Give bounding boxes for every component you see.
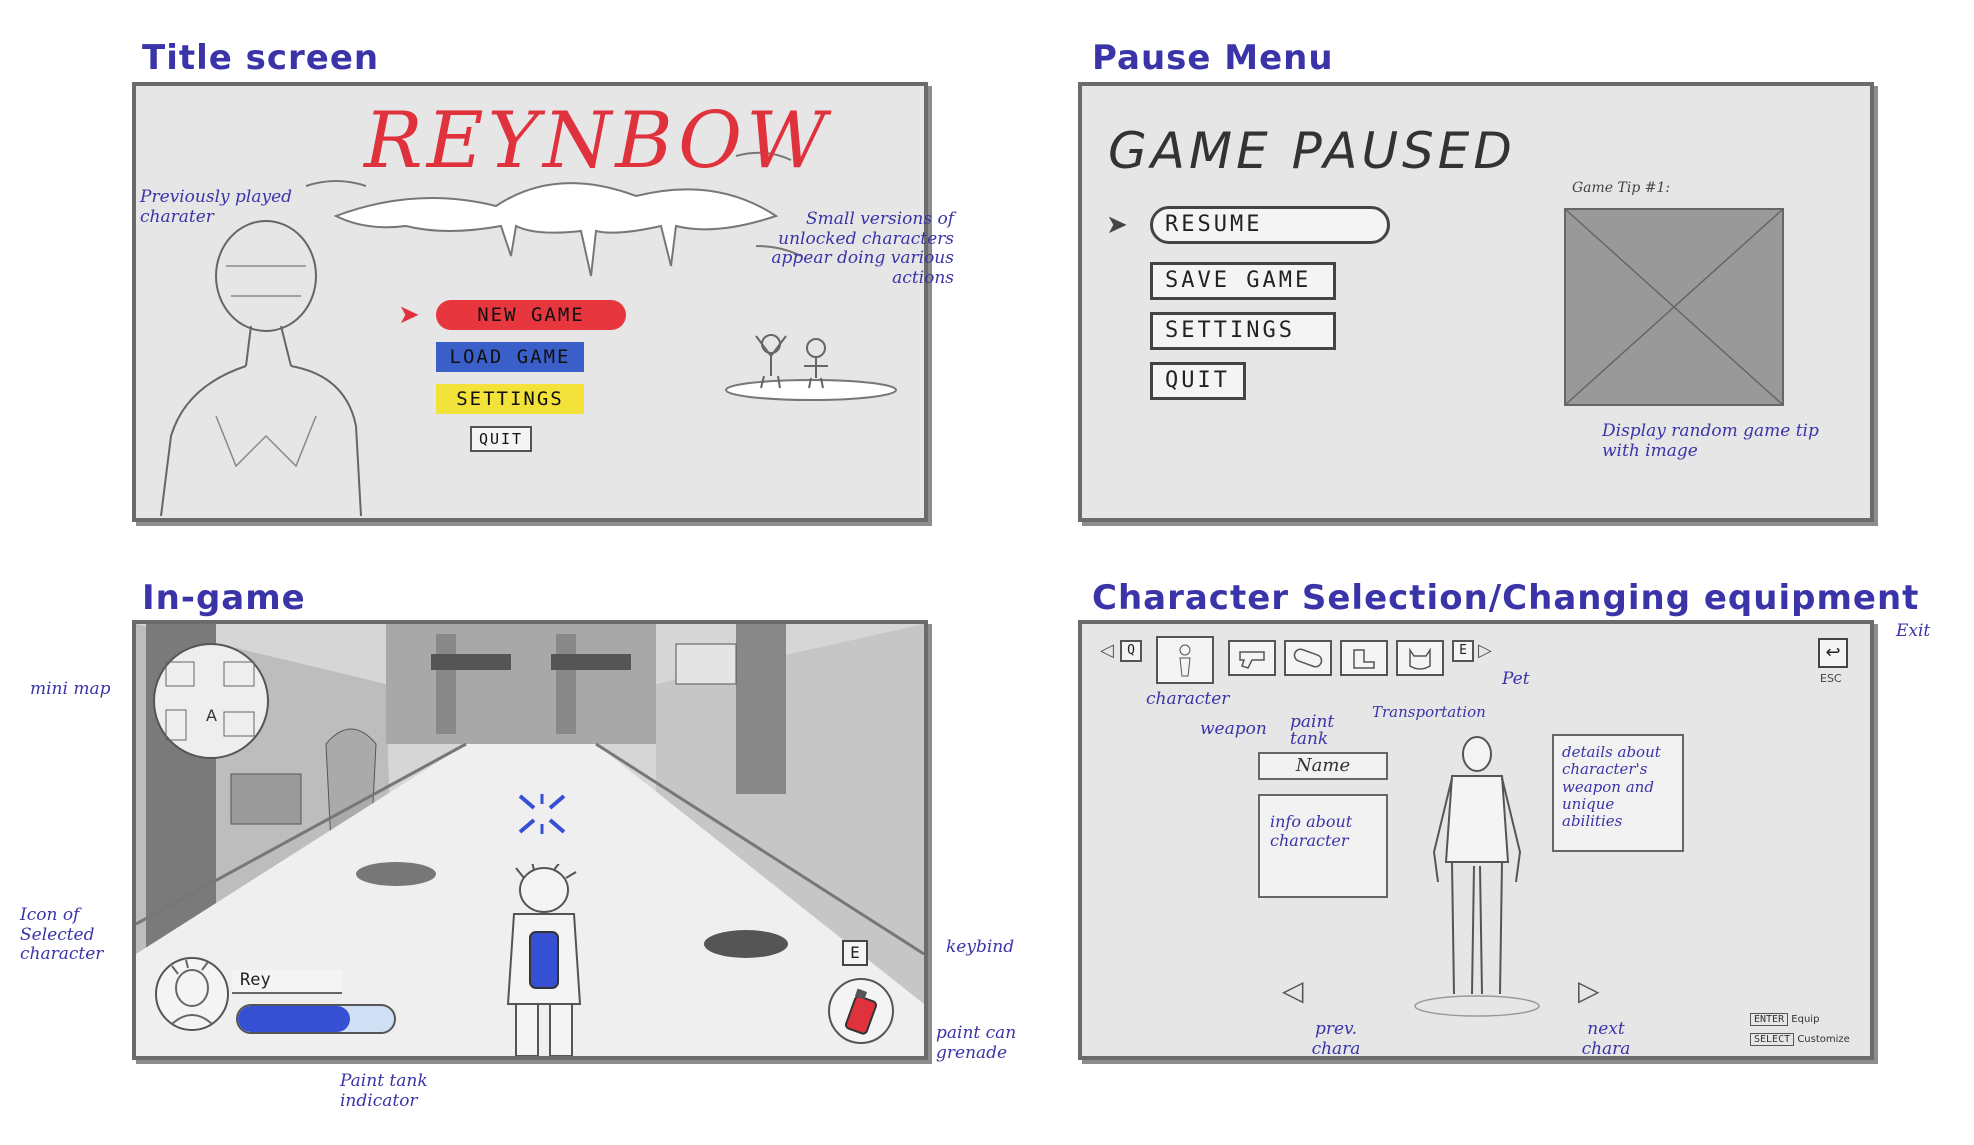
note-prev-chara: prev. chara [1311, 1019, 1361, 1059]
pause-menu-panel: GAME PAUSED ➤ RESUME SAVE GAME SETTINGS … [1078, 82, 1874, 522]
section-title-pause-menu: Pause Menu [1092, 38, 1334, 78]
slot-pet[interactable] [1396, 640, 1444, 676]
prev-character-arrow-icon[interactable]: ◁ [1282, 974, 1304, 1007]
paint-tank-slot-icon [1293, 648, 1323, 668]
title-screen-panel: REYNBOW ➤ NEW GAME LOAD GAME SETTINGS QU… [132, 82, 928, 522]
pause-title: GAME PAUSED [1108, 122, 1516, 180]
note-exit: Exit [1896, 621, 1931, 641]
next-character-arrow-icon[interactable]: ▷ [1578, 974, 1600, 1007]
player-name-label: Rey [232, 970, 342, 994]
prev-tab-arrow-icon[interactable]: ◁ [1100, 640, 1114, 661]
selected-character-icon [155, 957, 229, 1031]
slot-character[interactable] [1156, 636, 1214, 684]
section-title-title-screen: Title screen [142, 38, 380, 78]
note-selected-icon: Icon of Selected character [20, 905, 104, 965]
in-game-panel: A Rey E [132, 620, 928, 1060]
weapon-icon [1239, 651, 1265, 669]
menu-cursor-arrow: ➤ [398, 300, 420, 330]
transportation-icon [1353, 649, 1375, 669]
paint-can-grenade-icon[interactable] [826, 976, 896, 1046]
save-game-button[interactable]: SAVE GAME [1150, 262, 1336, 300]
note-next-chara: next chara [1581, 1019, 1631, 1059]
character-info-box: info about character [1258, 794, 1388, 898]
note-paint-tank-slot: paint tank [1290, 712, 1335, 749]
pause-cursor-arrow: ➤ [1106, 210, 1128, 240]
paint-tank-fill [238, 1006, 351, 1032]
note-weapon-slot: weapon [1200, 719, 1267, 739]
keybind-key: E [842, 940, 868, 966]
new-game-button[interactable]: NEW GAME [436, 300, 626, 330]
character-details-box: details about character's weapon and uni… [1552, 734, 1684, 852]
prev-tab-key: Q [1120, 640, 1142, 662]
section-title-char-select: Character Selection/Changing equipment [1092, 578, 1920, 618]
settings-button[interactable]: SETTINGS [436, 384, 584, 414]
slot-weapon[interactable] [1228, 640, 1276, 676]
note-character-slot: character [1146, 689, 1230, 709]
hint-equip: ENTER Equip [1750, 1013, 1820, 1026]
pet-icon [1409, 647, 1431, 670]
exit-key-label: ESC [1820, 672, 1842, 685]
character-slot-icon [1179, 644, 1191, 677]
unlocked-characters-preview [725, 334, 897, 401]
exit-icon[interactable]: ↩ [1818, 638, 1848, 668]
equip-hint-label: Equip [1791, 1014, 1820, 1025]
previous-character-sketch [160, 220, 362, 516]
character-select-panel: ◁ Q E ▷ ↩ ESC Name info about character … [1078, 620, 1874, 1060]
character-model [1414, 736, 1540, 1017]
mini-map [153, 643, 269, 759]
slot-paint-tank[interactable] [1284, 640, 1332, 676]
quit-button[interactable]: QUIT [470, 426, 532, 452]
paint-tank-bar [236, 1004, 396, 1034]
crosshair-icon [518, 794, 566, 834]
next-tab-arrow-icon[interactable]: ▷ [1478, 640, 1492, 661]
slot-transportation[interactable] [1340, 640, 1388, 676]
note-transportation-slot: Transportation [1372, 703, 1486, 721]
select-key: SELECT [1750, 1033, 1795, 1046]
note-grenade: paint can grenade [936, 1023, 1017, 1063]
note-small-versions: Small versions of unlocked characters ap… [771, 209, 954, 288]
enter-key: ENTER [1750, 1013, 1789, 1026]
character-name-field: Name [1258, 752, 1388, 780]
hint-customize: SELECT Customize [1750, 1033, 1850, 1046]
note-previous-character: Previously played charater [140, 187, 293, 227]
minimap-player-marker: A [206, 706, 217, 725]
note-paint-tank: Paint tank indicator [340, 1071, 428, 1111]
section-title-in-game: In-game [142, 578, 306, 618]
resume-button[interactable]: RESUME [1150, 206, 1390, 244]
game-tip-label: Game Tip #1: [1572, 180, 1671, 196]
game-tip-image-placeholder [1564, 208, 1784, 406]
game-logo: REYNBOW [364, 96, 831, 186]
note-game-tip: Display random game tip with image [1602, 421, 1819, 461]
customize-hint-label: Customize [1797, 1034, 1850, 1045]
note-pet-slot: Pet [1502, 669, 1530, 689]
next-tab-key: E [1452, 640, 1474, 662]
pause-settings-button[interactable]: SETTINGS [1150, 312, 1336, 350]
player-character [506, 864, 582, 1056]
note-mini-map: mini map [30, 679, 111, 699]
load-game-button[interactable]: LOAD GAME [436, 342, 584, 372]
pause-quit-button[interactable]: QUIT [1150, 362, 1246, 400]
note-keybind: keybind [946, 937, 1015, 957]
